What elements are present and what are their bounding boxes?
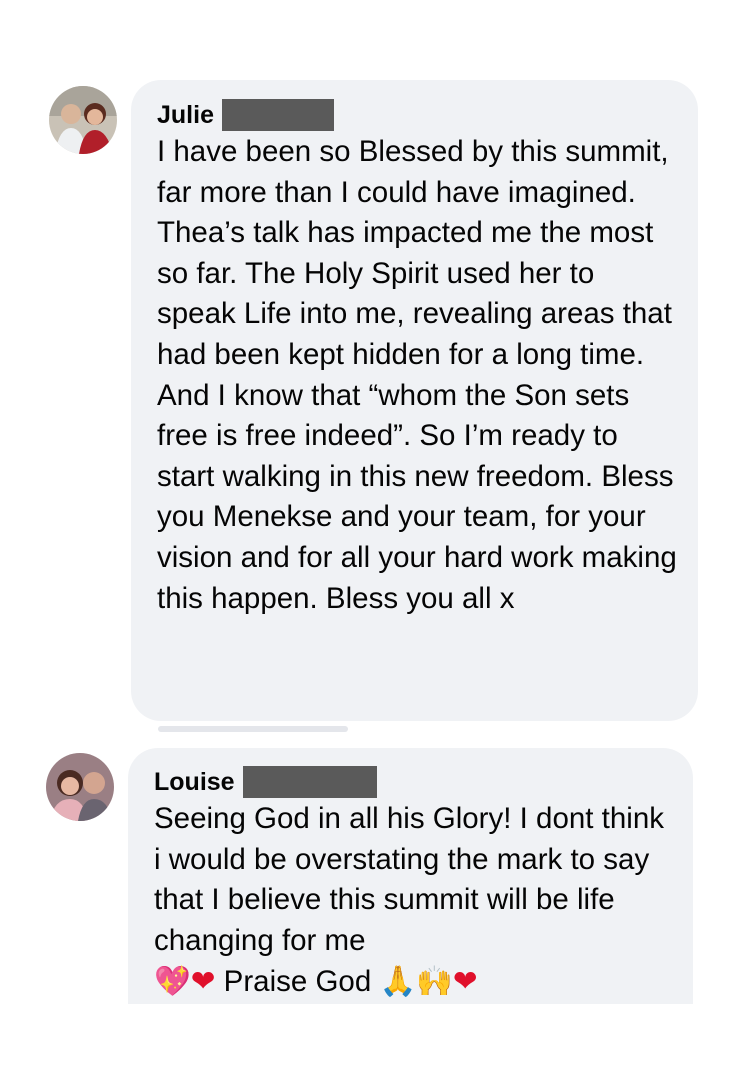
raising-hands-icon: 🙌	[416, 964, 453, 999]
comment-author-row: Louise	[154, 765, 673, 799]
comment-author-name[interactable]: Louise	[154, 768, 235, 797]
comment-author-name[interactable]: Julie	[157, 101, 214, 130]
comment-text-end: Praise God	[223, 965, 372, 999]
redacted-surname	[242, 766, 377, 798]
red-heart-icon: ❤	[452, 964, 478, 999]
faded-reply-line	[158, 726, 348, 732]
comment-author-row: Julie	[157, 98, 678, 132]
folded-hands-icon: 🙏	[379, 964, 417, 999]
comment-bubble: Julie I have been so Blessed by this sum…	[131, 80, 698, 721]
avatar-photo	[46, 753, 114, 821]
redacted-surname	[221, 99, 334, 131]
avatar[interactable]	[46, 753, 114, 821]
comment-text: Seeing God in all his Glory! I dont thin…	[154, 799, 673, 1003]
red-heart-icon: ❤	[190, 964, 216, 999]
comment-bubble: Louise Seeing God in all his Glory! I do…	[128, 748, 693, 1004]
comment-text-body: Seeing God in all his Glory! I dont thin…	[154, 802, 664, 957]
comment-text: I have been so Blessed by this summit, f…	[157, 135, 677, 615]
avatar[interactable]	[49, 86, 117, 154]
sparkling-heart-icon: 💖	[154, 964, 191, 999]
avatar-photo	[49, 86, 117, 154]
